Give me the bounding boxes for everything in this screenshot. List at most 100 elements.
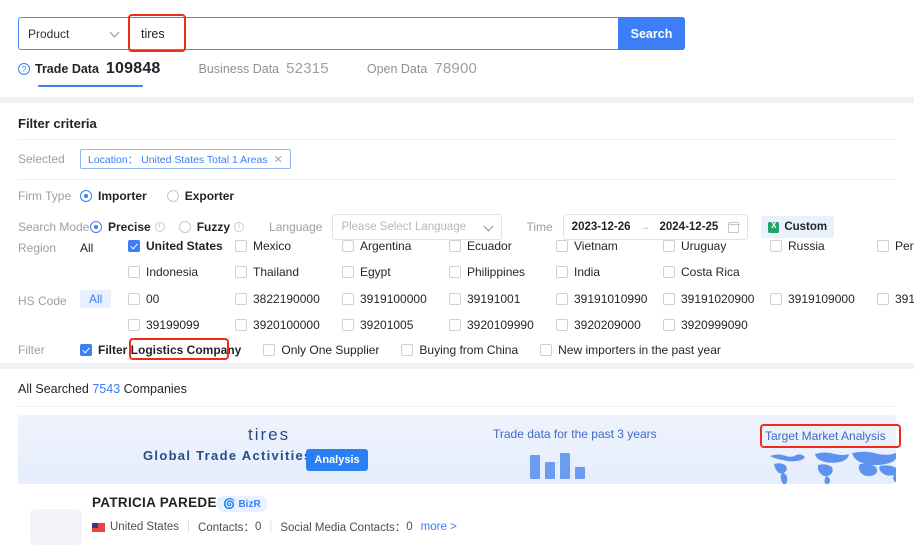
- region-checkbox-uruguay-label: Uruguay: [681, 239, 727, 253]
- filter-checkbox-only-one-supplier[interactable]: Only One Supplier: [263, 343, 379, 357]
- banner-target-market-label[interactable]: Target Market Analysis: [765, 429, 886, 443]
- hs-checkbox-3919100000[interactable]: 3919100000: [342, 292, 449, 306]
- checkbox-box: [263, 344, 276, 356]
- language-select[interactable]: Please Select Language: [332, 214, 503, 240]
- hs-checkbox-39191020900-label: 39191020900: [681, 292, 755, 306]
- hs-checkbox-00[interactable]: 00: [128, 292, 235, 306]
- hs-checkbox-3920209000[interactable]: 3920209000: [556, 318, 663, 332]
- region-checkbox-thailand[interactable]: Thailand: [235, 265, 342, 279]
- filter-options-label: Filter: [18, 343, 45, 357]
- hs-checkbox-39191010990[interactable]: 39191010990: [556, 292, 663, 306]
- checkbox-box: [342, 266, 354, 278]
- divider: |: [269, 521, 273, 533]
- region-checkbox-costa-rica[interactable]: Costa Rica: [663, 265, 770, 279]
- row-social-label: Social Media Contacts：: [280, 522, 407, 534]
- data-tabs: ? Trade Data 109848 Business Data 52315 …: [18, 60, 515, 94]
- tab-trade-data[interactable]: ? Trade Data 109848: [18, 60, 161, 87]
- excel-icon: [768, 221, 780, 233]
- hs-checkbox-39199099[interactable]: 39199099: [128, 318, 235, 332]
- hs-checkbox-39191020900[interactable]: 39191020900: [663, 292, 770, 306]
- hs-checkbox-3920999090-label: 3920999090: [681, 318, 748, 332]
- banner-bar-chart: [530, 451, 592, 479]
- region-label: Region: [18, 241, 57, 255]
- checkbox-box: [449, 240, 461, 252]
- region-row: Region All United States Mexico Argentina E…: [18, 239, 914, 279]
- flag-icon-us: [92, 522, 105, 532]
- banner-analysis-button[interactable]: Analysis: [306, 449, 368, 471]
- region-checkbox-russia[interactable]: Russia: [770, 239, 877, 253]
- row-country: United States: [110, 521, 180, 533]
- table-row[interactable]: PATRICIA PAREDES 🌀 BizR United States | …: [0, 491, 914, 554]
- checkbox-box: [449, 266, 461, 278]
- custom-export-button[interactable]: Custom: [761, 216, 835, 238]
- filter-checkbox-buying-from-china[interactable]: Buying from China: [401, 343, 518, 357]
- radio-exporter-label: Exporter: [184, 189, 235, 203]
- region-checkbox-mexico[interactable]: Mexico: [235, 239, 342, 253]
- checkbox-box: [235, 240, 247, 252]
- radio-fuzzy[interactable]: Fuzzy i: [178, 220, 245, 234]
- checkbox-box: [128, 319, 140, 331]
- region-checkbox-united-states[interactable]: United States: [128, 239, 235, 253]
- checkbox-box: [235, 319, 247, 331]
- status-badge-label: BizR: [238, 498, 261, 510]
- search-button[interactable]: Search: [618, 17, 685, 50]
- hs-checkbox-39201005[interactable]: 39201005: [342, 318, 449, 332]
- hs-checkbox-3822190000[interactable]: 3822190000: [235, 292, 342, 306]
- hs-checkbox-39191001[interactable]: 39191001: [449, 292, 556, 306]
- results-card: All Searched 7543 Companies tires Global…: [0, 369, 914, 554]
- region-checkbox-egypt[interactable]: Egypt: [342, 265, 449, 279]
- region-checkbox-uruguay[interactable]: Uruguay: [663, 239, 770, 253]
- region-checkbox-peru[interactable]: Peru: [877, 239, 914, 253]
- results-summary-prefix: All Searched: [18, 382, 89, 396]
- radio-dot: [90, 221, 102, 233]
- tab-business-data[interactable]: Business Data 52315: [199, 60, 329, 86]
- region-checkbox-philippines[interactable]: Philippines: [449, 265, 556, 279]
- checkbox-box: [80, 344, 92, 356]
- hs-checkbox-3920109990[interactable]: 3920109990: [449, 318, 556, 332]
- region-checkbox-argentina[interactable]: Argentina: [342, 239, 449, 253]
- hs-checkbox-3919109000[interactable]: 3919109000: [770, 292, 877, 306]
- bar-2: [545, 462, 555, 479]
- tab-open-data[interactable]: Open Data 78900: [367, 60, 477, 86]
- hs-code-all-button[interactable]: All: [80, 290, 112, 308]
- tab-business-data-label: Business Data: [198, 61, 280, 76]
- radio-importer[interactable]: Importer: [80, 189, 147, 203]
- radio-exporter[interactable]: Exporter: [166, 189, 235, 203]
- hs-code-row: HS Code All 00 3822190000 3919100000 391910…: [18, 290, 914, 332]
- radio-fuzzy-label: Fuzzy: [196, 220, 231, 234]
- hs-checkbox-39199099-label: 39199099: [146, 318, 200, 332]
- checkbox-box: [663, 319, 675, 331]
- region-all-button[interactable]: All: [80, 239, 128, 255]
- category-select[interactable]: Product: [19, 18, 129, 49]
- search-mode-row: Search Mode Precise i Fuzzy i Language P…: [18, 214, 835, 240]
- hs-checkbox-3920100000[interactable]: 3920100000: [235, 318, 342, 332]
- custom-export-label: Custom: [784, 221, 828, 233]
- row-more-link[interactable]: more >: [421, 521, 457, 533]
- hs-checkbox-39199090999[interactable]: 39199090999: [877, 292, 914, 306]
- close-icon[interactable]: ✕: [274, 153, 283, 166]
- region-checkbox-thailand-label: Thailand: [253, 265, 300, 279]
- region-checkbox-mexico-label: Mexico: [253, 239, 292, 253]
- company-name[interactable]: PATRICIA PAREDES: [92, 495, 226, 510]
- region-checkbox-costa-rica-label: Costa Rica: [681, 265, 740, 279]
- selected-row: Selected Location： United States Total 1…: [18, 149, 291, 169]
- info-icon[interactable]: i: [234, 222, 245, 232]
- date-range-picker[interactable]: 2023-12-26 → 2024-12-25: [562, 214, 749, 240]
- checkbox-box: [342, 240, 354, 252]
- chevron-down-icon: [110, 29, 119, 38]
- divider: [18, 179, 896, 180]
- radio-precise[interactable]: Precise i: [90, 220, 165, 234]
- tab-business-data-count: 52315: [286, 60, 329, 77]
- region-checkbox-india[interactable]: India: [556, 265, 663, 279]
- region-checkbox-peru-label: Peru: [895, 239, 914, 253]
- selected-location-tag[interactable]: Location： United States Total 1 Areas ✕: [80, 149, 291, 169]
- hs-checkbox-3920999090[interactable]: 3920999090: [663, 318, 770, 332]
- search-input[interactable]: [129, 18, 684, 49]
- filter-checkbox-new-importers-in-the-past-year[interactable]: New importers in the past year: [540, 343, 721, 357]
- filter-checkbox-filter-logistics-company[interactable]: Filter Logistics Company: [80, 343, 241, 357]
- region-checkbox-ecuador[interactable]: Ecuador: [449, 239, 556, 253]
- info-icon[interactable]: i: [154, 222, 165, 232]
- region-checkbox-indonesia[interactable]: Indonesia: [128, 265, 235, 279]
- region-checkbox-vietnam[interactable]: Vietnam: [556, 239, 663, 253]
- row-contacts-value: 0: [254, 521, 262, 533]
